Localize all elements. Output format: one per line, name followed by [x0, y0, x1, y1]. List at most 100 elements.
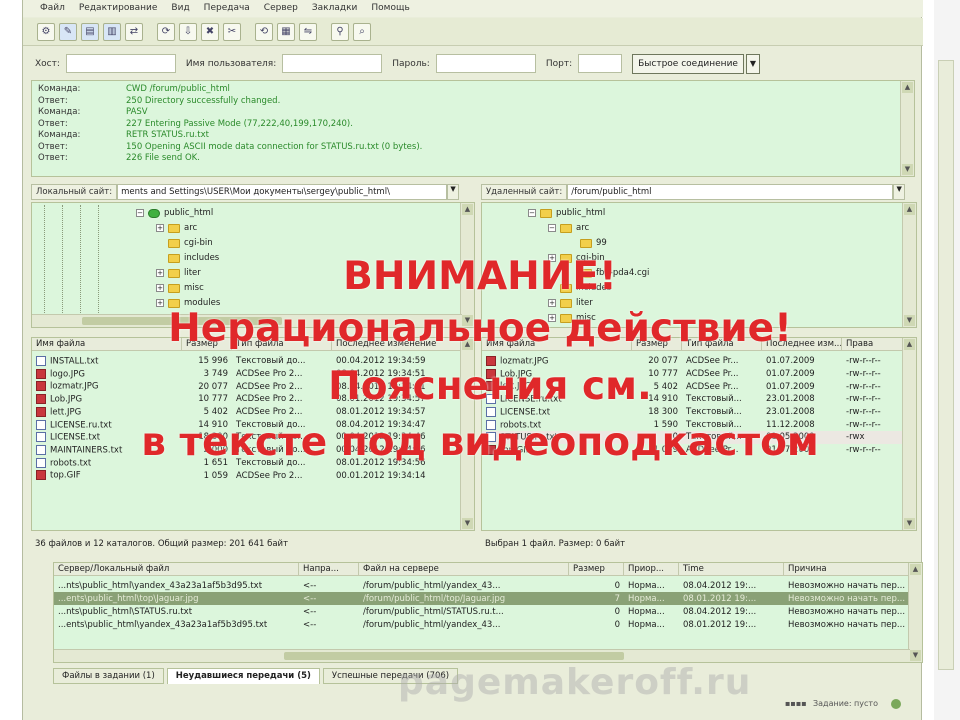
menu-item[interactable]: Сервер [257, 0, 305, 17]
compare-icon[interactable]: ⇋ [299, 22, 317, 41]
host-input[interactable] [65, 54, 176, 73]
quickconnect-dropdown[interactable]: ▼ [745, 53, 760, 74]
queue-cell-reason: Невозможно начать пер... [788, 593, 906, 604]
tree-item[interactable]: − public_html [136, 207, 213, 219]
queue-cell-local: ...ents\public_html\top\Jaguar.jpg [58, 593, 199, 604]
file-row[interactable]: top.GIF 1 059 ACDSee Pro 2... 00.01.2012 19… [32, 469, 462, 482]
log-message: 250 Directory successfully changed. [126, 95, 281, 106]
queue-scrollbar[interactable]: ▲ ▼ [908, 563, 922, 662]
site-manager-icon[interactable]: ⚙ [37, 22, 55, 41]
file-size: 1 059 [203, 470, 228, 481]
image-file-icon [36, 470, 46, 481]
remote-path-input[interactable]: /forum/public_html [567, 184, 894, 200]
column-header[interactable]: Размер [569, 563, 624, 575]
log-type: Ответ: [38, 141, 68, 152]
log-icon[interactable]: ✎ [59, 22, 77, 41]
reconnect-icon[interactable]: ⟲ [255, 22, 273, 41]
queue-row[interactable]: ...ents\public_html\top\Jaguar.jpg <-- /fo… [54, 592, 910, 605]
tree-item-label: arc [576, 223, 590, 233]
queue-cell-local: ...nts\public_html\STATUS.ru.txt [58, 606, 193, 617]
queue-cell-remote: /forum/public_html/yandex_43... [363, 619, 501, 630]
log-type: Ответ: [38, 95, 68, 106]
log-row: Ответ: 250 Directory successfully changed… [38, 96, 908, 108]
menu-item[interactable]: Закладки [305, 0, 365, 17]
overlay-warning-line3: Пояснения см. [328, 364, 652, 409]
cancel-icon[interactable]: ✖ [201, 22, 219, 41]
log-message: 226 File send OK. [126, 153, 200, 163]
queue-tab[interactable]: Неудавшиеся передачи (5) [166, 668, 320, 684]
queue-cell-dir: <-- [303, 619, 317, 630]
tree-item[interactable]: − arc [548, 222, 589, 234]
remote-path-dropdown[interactable]: ▼ [893, 184, 906, 200]
queue-cell-prio: Норма... [628, 606, 665, 617]
queue-row[interactable]: ...nts\public_html\STATUS.ru.txt <-- /foru… [54, 605, 910, 618]
connection-led-icon [891, 699, 901, 709]
column-header[interactable]: Причина [784, 563, 910, 575]
sync-browse-icon[interactable]: ⚲ [331, 22, 349, 41]
watermark: pagemakeroff.ru [398, 662, 752, 703]
port-label: Порт: [545, 58, 573, 69]
log-row: Команда: CWD /forum/public_html [38, 84, 908, 96]
folder-icon [148, 208, 160, 218]
column-header[interactable]: Напра... [299, 563, 359, 575]
menu-bar: Файл Редактирование Вид Передача Сервер Закла… [23, 0, 923, 17]
queue-hscroll[interactable] [54, 649, 910, 662]
log-type: Ответ: [38, 153, 68, 163]
tree-item[interactable]: 99 [568, 237, 607, 249]
password-input[interactable] [435, 54, 536, 73]
overlay-warning-line2: Нерациональное действие! [168, 306, 792, 351]
queue-cell-reason: Невозможно начать пер... [788, 619, 906, 630]
local-path-input[interactable]: ments and Settings\USER\Мои документы\se… [117, 184, 448, 200]
refresh-icon[interactable]: ⟳ [157, 22, 175, 41]
column-header[interactable]: Сервер/Локальный файл [54, 563, 299, 575]
tree-item[interactable]: + arc [156, 222, 197, 234]
overlay-warning-line4: в тексте под видеоподкастом [141, 420, 819, 465]
queue-cell-time: 08.01.2012 19:... [683, 593, 757, 604]
log-message: PASV [126, 107, 148, 117]
queue-cell-remote: /forum/public_html/yandex_43... [363, 580, 501, 591]
log-row: Ответ: 150 Opening ASCII mode data connec… [38, 142, 908, 154]
column-header[interactable]: Приор... [624, 563, 679, 575]
expand-icon[interactable]: − [528, 209, 536, 217]
expand-icon[interactable]: + [156, 224, 164, 232]
outer-scrollbar[interactable] [934, 0, 960, 720]
queue-icon[interactable]: ⇄ [125, 22, 143, 41]
log-row: Команда: RETR STATUS.ru.txt [38, 130, 908, 142]
menu-item[interactable]: Редактирование [72, 0, 165, 17]
disconnect-icon[interactable]: ✂ [223, 22, 241, 41]
local-status: 36 файлов и 12 каталогов. Общий размер: … [35, 539, 289, 549]
search-icon[interactable]: ⌕ [353, 22, 371, 41]
log-type: Ответ: [38, 118, 68, 129]
tree-local-icon[interactable]: ▤ [81, 22, 99, 41]
tree-item-label: public_html [556, 208, 606, 218]
overlay-warning-title: ВНИМАНИЕ! [343, 254, 617, 299]
column-header[interactable]: Time [679, 563, 784, 575]
toolbar: ⚙ ✎ ▤ ▥ ⇄ ⟳ ⇩ ✖ ✂ ⟲ ▦ ⇋ ⚲ ⌕ [23, 18, 923, 46]
process-queue-icon[interactable]: ⇩ [179, 22, 197, 41]
filter-icon[interactable]: ▦ [277, 22, 295, 41]
port-input[interactable] [578, 54, 623, 73]
menu-item[interactable]: Помощь [364, 0, 416, 17]
menu-item[interactable]: Вид [164, 0, 196, 17]
menu-item[interactable]: Файл [33, 0, 72, 17]
file-type: ACDSee Pro 2... [236, 470, 303, 481]
queue-status: Задание: пусто [813, 699, 878, 708]
file-name: top.GIF [32, 470, 182, 481]
tree-remote-icon[interactable]: ▥ [103, 22, 121, 41]
local-path-dropdown[interactable]: ▼ [447, 184, 460, 200]
quickconnect-button[interactable]: Быстрое соединение [632, 53, 744, 74]
queue-row[interactable]: ...nts\public_html\yandex_43a23a1af5b3d9… [54, 579, 910, 592]
queue-tab[interactable]: Файлы в задании (1) [53, 668, 164, 684]
log-scrollbar[interactable]: ▲ ▼ [900, 81, 914, 176]
queue-cell-dir: <-- [303, 606, 317, 617]
tree-item[interactable]: − public_html [528, 207, 605, 219]
queue-row[interactable]: ...ents\public_html\yandex_43a23a1af5b3d… [54, 618, 910, 631]
menu-item[interactable]: Передача [197, 0, 257, 17]
expand-icon[interactable]: − [548, 224, 556, 232]
expand-icon[interactable]: − [136, 209, 144, 217]
username-input[interactable] [282, 54, 383, 73]
column-header[interactable]: Файл на сервере [359, 563, 569, 575]
tree-item[interactable]: cgi-bin [156, 237, 213, 249]
local-site-label: Локальный сайт: [31, 184, 118, 200]
log-type: Команда: [38, 130, 81, 140]
